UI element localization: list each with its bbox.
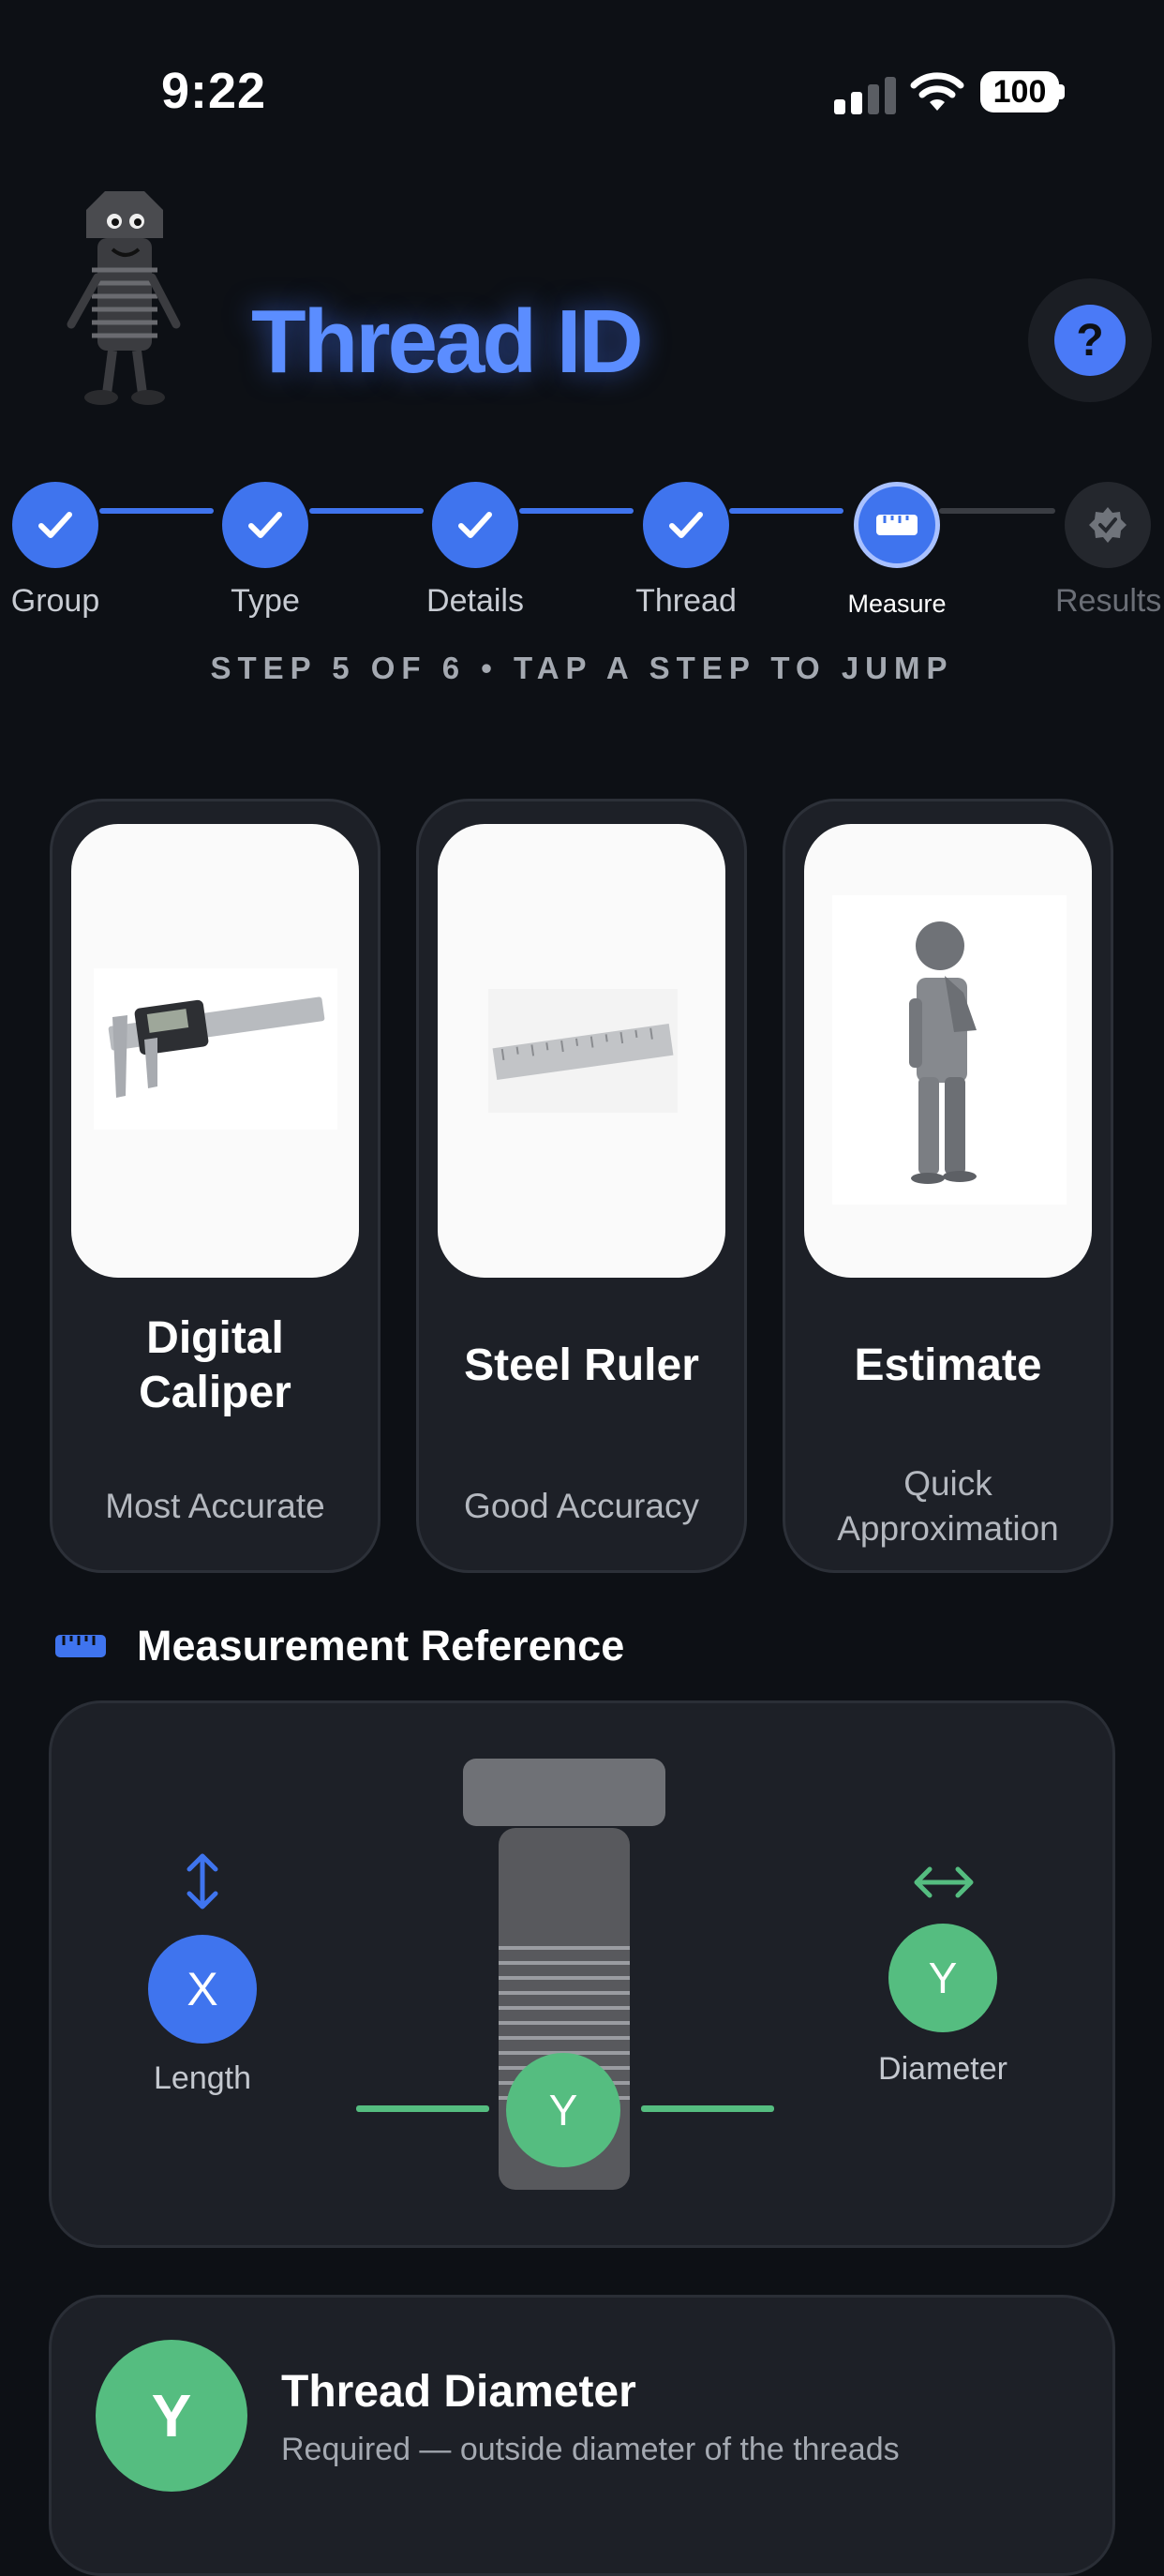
battery-indicator: 100 bbox=[980, 71, 1059, 112]
checkmark-icon bbox=[38, 512, 72, 538]
thread-diameter-badge: Y bbox=[96, 2340, 247, 2492]
method-title: Estimate bbox=[854, 1340, 1042, 1390]
help-icon: ? bbox=[1054, 305, 1126, 376]
method-title: Digital bbox=[146, 1313, 284, 1363]
vertical-arrows-icon bbox=[187, 1853, 218, 1910]
length-label: Length bbox=[154, 2060, 251, 2096]
step-connector bbox=[939, 508, 1055, 514]
checkmark-icon bbox=[669, 512, 703, 538]
thread-diameter-subtitle: Required — outside diameter of the threa… bbox=[281, 2432, 900, 2467]
method-card-steel-ruler[interactable]: Steel Ruler Good Accuracy bbox=[416, 799, 747, 1573]
step-caption: STEP 5 OF 6 • TAP A STEP TO JUMP bbox=[210, 651, 954, 685]
step-label-results[interactable]: Results bbox=[1023, 583, 1164, 620]
step-connector bbox=[519, 508, 634, 514]
checkmark-icon bbox=[458, 512, 492, 538]
horizontal-arrows-icon bbox=[914, 1866, 974, 1898]
step-details[interactable] bbox=[432, 482, 518, 568]
diameter-line-right bbox=[641, 2105, 774, 2112]
step-label-group[interactable]: Group bbox=[0, 583, 140, 620]
method-title: Steel Ruler bbox=[464, 1340, 699, 1390]
digital-caliper-image bbox=[71, 824, 359, 1278]
steel-ruler-image bbox=[438, 824, 725, 1278]
bolt-head bbox=[463, 1759, 665, 1826]
help-button[interactable]: ? bbox=[1028, 278, 1152, 402]
step-label-thread[interactable]: Thread bbox=[602, 583, 770, 620]
method-card-estimate[interactable]: Estimate Quick Approximation bbox=[783, 799, 1113, 1573]
step-label-measure[interactable]: Measure bbox=[813, 590, 981, 619]
app-title: Thread ID bbox=[251, 292, 644, 392]
bolt-mascot-icon bbox=[67, 191, 181, 405]
step-results[interactable] bbox=[1065, 482, 1151, 568]
step-connector bbox=[99, 508, 214, 514]
diameter-badge: Y bbox=[888, 1924, 997, 2032]
step-label-details[interactable]: Details bbox=[391, 583, 560, 620]
method-subtitle: Good Accuracy bbox=[464, 1487, 699, 1525]
method-subtitle: Quick bbox=[903, 1464, 992, 1503]
method-title: Caliper bbox=[139, 1368, 291, 1417]
length-badge: X bbox=[148, 1935, 257, 2044]
step-connector bbox=[729, 508, 843, 514]
status-time: 9:22 bbox=[161, 63, 267, 119]
step-group[interactable] bbox=[12, 482, 98, 568]
diameter-line-left bbox=[356, 2105, 489, 2112]
step-type[interactable] bbox=[222, 482, 308, 568]
diameter-label: Diameter bbox=[878, 2051, 1007, 2087]
battery-tip bbox=[1059, 84, 1065, 99]
method-subtitle: Approximation bbox=[837, 1509, 1059, 1548]
cellular-signal-icon bbox=[834, 77, 896, 114]
step-thread[interactable] bbox=[643, 482, 729, 568]
ruler-icon bbox=[55, 1635, 106, 1657]
checkmark-icon bbox=[248, 512, 282, 538]
measurement-reference-title: Measurement Reference bbox=[137, 1622, 625, 1670]
step-connector bbox=[309, 508, 424, 514]
verified-badge-icon bbox=[1089, 507, 1127, 543]
ruler-icon bbox=[876, 515, 918, 535]
thread-diameter-title: Thread Diameter bbox=[281, 2367, 636, 2417]
method-subtitle: Most Accurate bbox=[105, 1487, 325, 1525]
step-label-type[interactable]: Type bbox=[181, 583, 350, 620]
thinking-figure-image bbox=[804, 824, 1092, 1278]
step-measure[interactable] bbox=[854, 482, 940, 568]
method-card-digital-caliper[interactable]: Digital Caliper Most Accurate bbox=[50, 799, 381, 1573]
wifi-icon bbox=[910, 72, 964, 111]
bolt-diameter-badge: Y bbox=[506, 2053, 620, 2167]
